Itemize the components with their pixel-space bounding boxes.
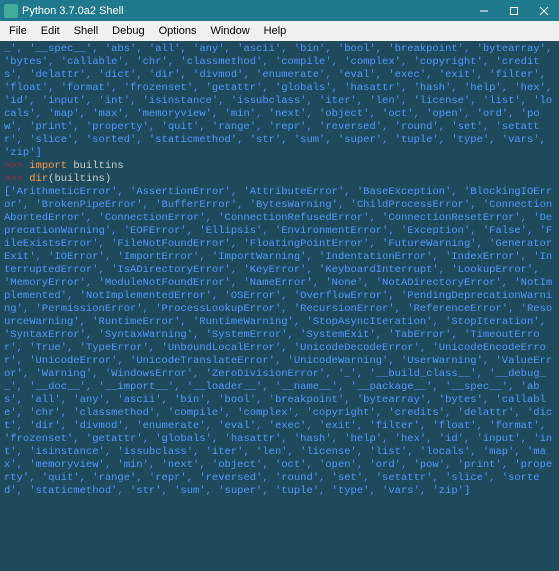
menu-options[interactable]: Options [152,23,204,39]
menu-window[interactable]: Window [204,23,257,39]
menu-debug[interactable]: Debug [105,23,151,39]
titlebar[interactable]: Python 3.7.0a2 Shell [0,0,559,21]
builtin-dir: dir [29,173,48,185]
minimize-button[interactable] [469,0,499,21]
arg-builtins: builtins [54,173,104,185]
keyword-import: import [29,160,73,172]
window-controls [469,0,559,21]
dir-output: ['ArithmeticError', 'AssertionError', 'A… [4,186,552,497]
prompt: >>> [4,173,29,185]
maximize-button[interactable] [499,0,529,21]
menubar: File Edit Shell Debug Options Window Hel… [0,21,559,41]
menu-shell[interactable]: Shell [67,23,105,39]
menu-edit[interactable]: Edit [34,23,67,39]
window-title: Python 3.7.0a2 Shell [22,5,469,17]
close-button[interactable] [529,0,559,21]
prompt: >>> [4,160,29,172]
python-icon [4,4,18,18]
module-name: builtins [73,160,123,172]
shell-editor[interactable]: _', '__spec__', 'abs', 'all', 'any', 'as… [0,41,559,571]
previous-output: _', '__spec__', 'abs', 'all', 'any', 'as… [4,43,559,159]
paren-close: ) [105,173,111,185]
menu-help[interactable]: Help [257,23,294,39]
menu-file[interactable]: File [2,23,34,39]
